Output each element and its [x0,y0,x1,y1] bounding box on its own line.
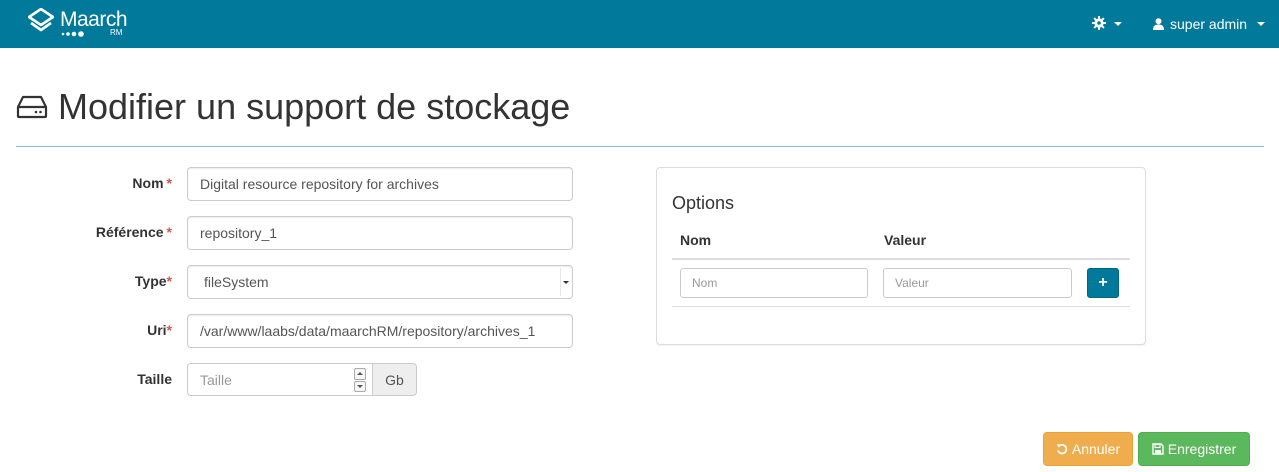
spin-up-icon[interactable] [354,368,366,380]
brand-dots [61,31,84,37]
user-name: super admin [1170,16,1248,32]
top-navbar: Maarch RM super admin [0,0,1279,48]
chevron-down-icon [1114,22,1122,26]
floppy-disk-icon [1152,443,1164,455]
cancel-label: Annuler [1071,441,1121,457]
nom-label: Nom * [132,175,172,191]
save-label: Enregistrer [1167,441,1237,457]
taille-unit: Gb [373,363,417,396]
uri-value: /var/www/laabs/data/maarchRM/repository/… [200,323,536,339]
uri-input[interactable]: /var/www/laabs/data/maarchRM/repository/… [187,314,573,348]
chevron-down-icon [1257,22,1266,26]
required-marker: * [166,273,172,289]
taille-placeholder: Taille [200,371,232,388]
option-valeur-placeholder: Valeur [895,276,929,290]
number-spinner[interactable] [354,368,366,392]
plus-icon: + [1098,274,1108,291]
option-valeur-input[interactable]: Valeur [883,268,1072,298]
maarch-logo-icon [28,8,54,32]
cancel-button[interactable]: Annuler [1043,432,1133,466]
settings-menu-button[interactable] [1092,14,1126,34]
user-icon [1153,18,1164,30]
hard-drive-icon [16,95,48,119]
page-title: Modifier un support de stockage [58,86,571,127]
nom-input[interactable]: Digital resource repository for archives [187,167,573,201]
brand-logo[interactable]: Maarch RM [28,6,138,42]
select-arrow-icon [560,268,570,296]
options-col-valeur: Valeur [884,232,927,248]
options-title: Options [672,193,735,213]
table-row-divider [672,306,1130,307]
required-marker: * [166,224,172,240]
taille-label: Taille [137,371,172,387]
reference-label: Référence * [95,224,172,240]
taille-input[interactable]: Taille [187,363,373,396]
undo-icon [1056,444,1068,455]
reference-input[interactable]: repository_1 [187,216,573,250]
options-col-nom: Nom [680,232,712,248]
gear-icon [1092,16,1106,30]
type-value: fileSystem [204,274,269,290]
nom-value: Digital resource repository for archives [200,176,439,192]
option-nom-input[interactable]: Nom [680,268,868,298]
uri-label: Uri* [147,322,172,338]
option-nom-placeholder: Nom [692,276,718,290]
type-label: Type* [134,273,172,289]
required-marker: * [166,322,172,338]
brand-sub: RM [110,28,123,37]
page-header: Modifier un support de stockage [16,84,570,130]
add-option-button[interactable]: + [1087,268,1119,298]
title-divider [16,146,1264,147]
spin-down-icon[interactable] [354,380,366,392]
required-marker: * [166,175,172,191]
save-button[interactable]: Enregistrer [1138,432,1250,466]
options-panel: Options Nom Valeur Nom Valeur + [656,167,1146,345]
reference-value: repository_1 [200,225,278,241]
table-header-divider [672,258,1130,260]
type-select[interactable]: fileSystem [187,265,573,299]
user-menu-button[interactable]: super admin [1153,13,1266,35]
